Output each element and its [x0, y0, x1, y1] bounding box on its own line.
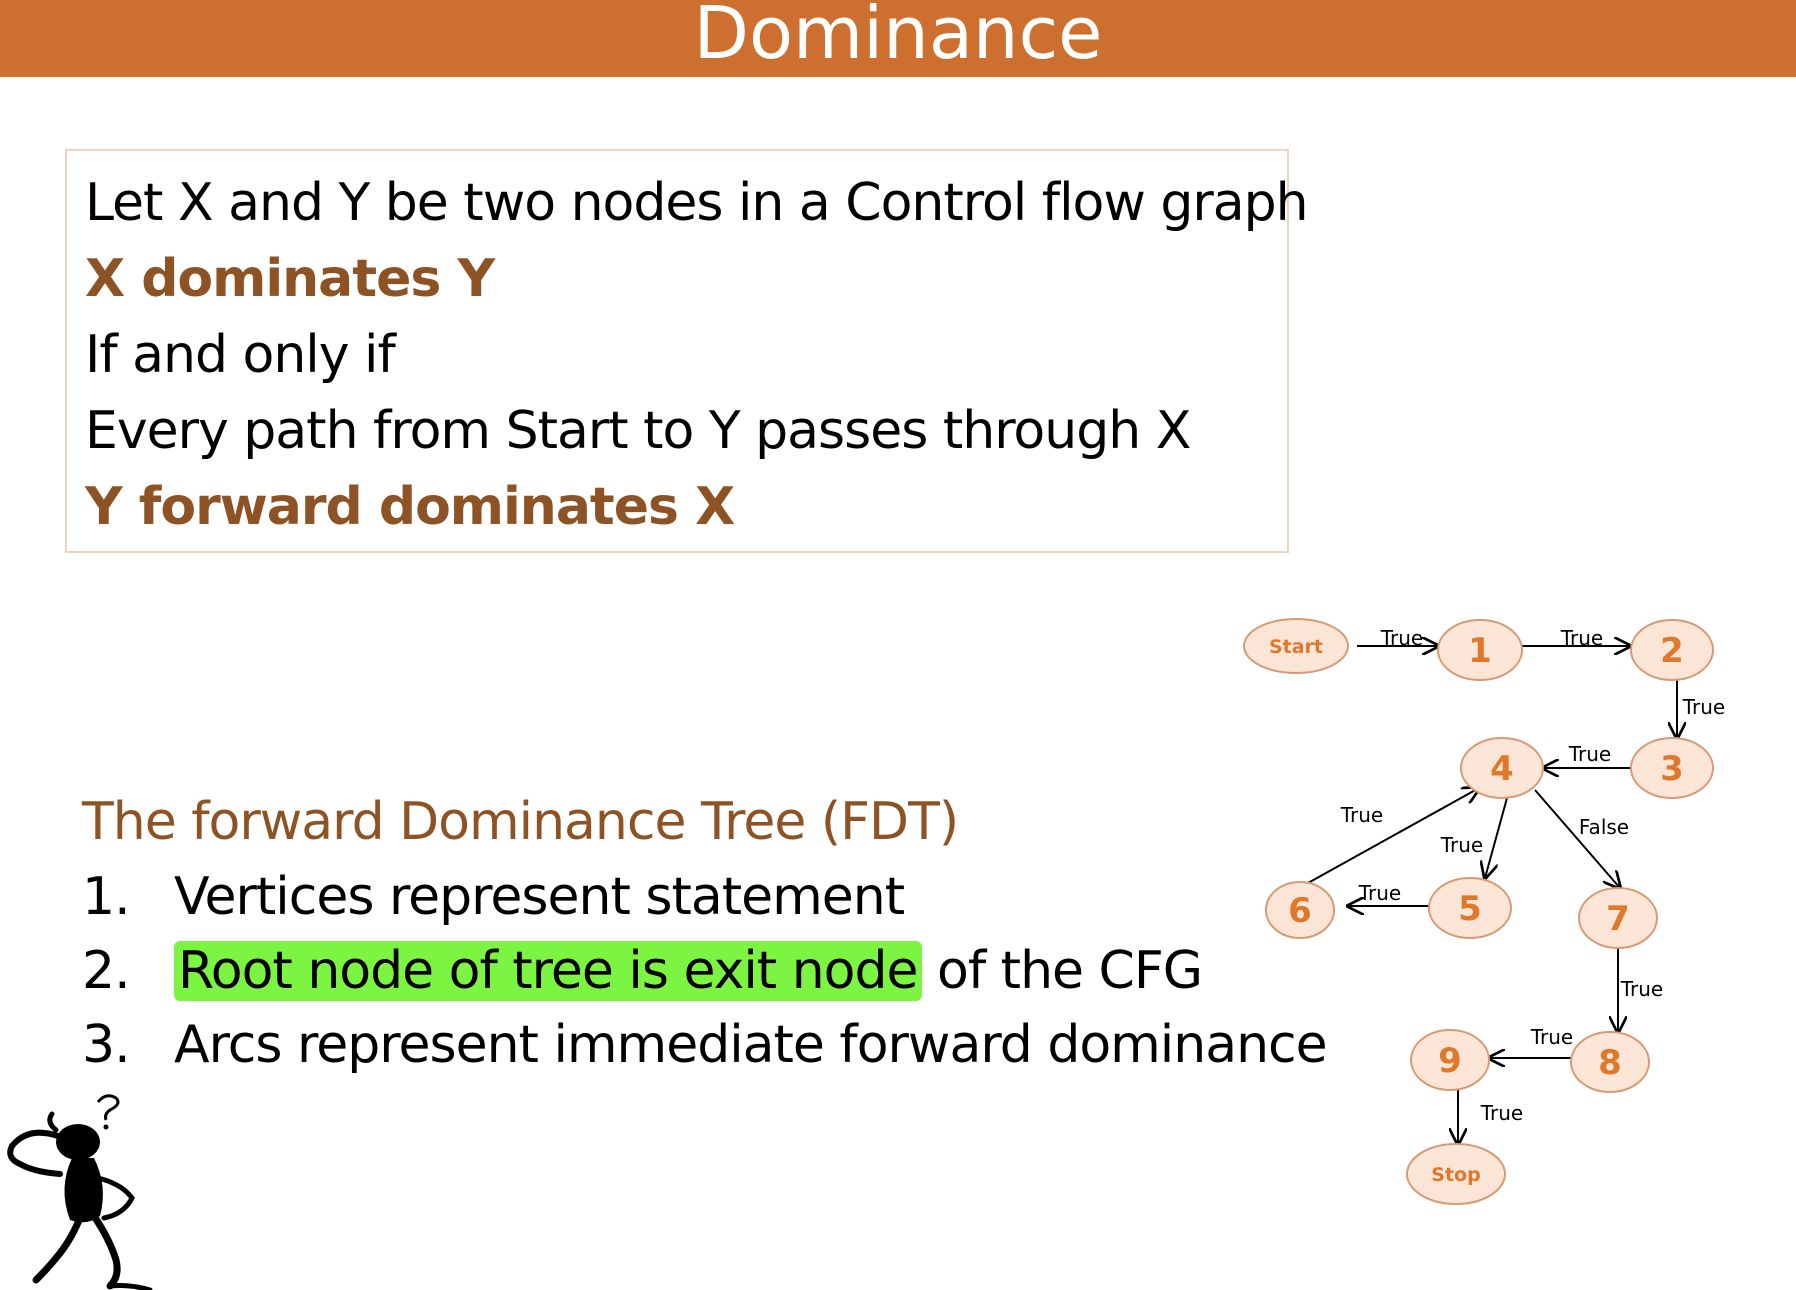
definition-line-2: X dominates Y [85, 249, 495, 309]
node-n2: 2 [1630, 619, 1714, 681]
edge-label-n4-n7: False [1579, 815, 1629, 839]
definition-line-1: Let X and Y be two nodes in a Control fl… [85, 173, 1309, 233]
edge-label-n2-n3: True [1682, 695, 1725, 719]
page-title: Dominance [693, 0, 1103, 75]
node-label: 8 [1598, 1043, 1622, 1083]
node-start: Start [1243, 618, 1349, 674]
fdt-heading: The forward Dominance Tree (FDT) [82, 792, 959, 852]
edge-label-n6-n4: True [1340, 803, 1383, 827]
node-label: 3 [1660, 749, 1684, 789]
node-n5: 5 [1428, 877, 1512, 939]
node-label: 7 [1606, 899, 1630, 939]
fdt-item-rest: of the CFG [921, 941, 1203, 1001]
node-label: Start [1269, 636, 1323, 658]
edge-label-n3-n4: True [1568, 742, 1611, 766]
definition-line-4: Every path from Start to Y passes throug… [85, 401, 1191, 461]
fdt-item-text: Root node of tree is exit node of the CF… [174, 934, 1203, 1008]
definition-line-3: If and only if [85, 325, 396, 385]
node-label: 2 [1660, 631, 1684, 671]
fdt-item-number: 1. [82, 867, 131, 927]
edge-label-n7-n8: True [1620, 977, 1663, 1001]
edge-n4-n7 [1534, 789, 1620, 888]
edge-label-n9-stop: True [1480, 1101, 1523, 1125]
fdt-item-text: Arcs represent immediate forward dominan… [174, 1015, 1328, 1075]
edge-label-n5-n6: True [1358, 881, 1401, 905]
edge-n4-n5 [1485, 797, 1508, 878]
node-label: 9 [1438, 1041, 1462, 1081]
node-label: 1 [1468, 631, 1492, 671]
definition-line-5: Y forward dominates X [85, 477, 735, 537]
edge-label-n1-n2: True [1560, 626, 1603, 650]
node-n9: 9 [1410, 1029, 1490, 1091]
node-stop: Stop [1406, 1143, 1506, 1205]
definition-box: Let X and Y be two nodes in a Control fl… [65, 149, 1309, 553]
thinking-figure-icon [7, 1094, 153, 1290]
node-label: 6 [1288, 891, 1312, 931]
highlighted-text: Root node of tree is exit node [174, 941, 922, 1001]
node-n6: 6 [1265, 881, 1335, 939]
node-label: 5 [1458, 889, 1482, 929]
node-n7: 7 [1578, 887, 1658, 949]
node-n1: 1 [1437, 619, 1523, 681]
node-n4: 4 [1460, 737, 1544, 799]
title-bar: Dominance [0, 0, 1796, 77]
fdt-item-text: Vertices represent statement [174, 867, 905, 927]
control-flow-graph: True True True True True False True True True Tru… [1243, 618, 1725, 1205]
fdt-item-number: 2. [82, 941, 131, 1001]
edge-label-n4-n5: True [1440, 833, 1483, 857]
edge-label-start-n1: True [1380, 626, 1423, 650]
node-label: 4 [1490, 749, 1514, 789]
node-n8: 8 [1570, 1031, 1650, 1093]
edge-label-n8-n9: True [1530, 1025, 1573, 1049]
node-label: Stop [1431, 1164, 1480, 1186]
fdt-item-number: 3. [82, 1015, 131, 1075]
node-n3: 3 [1630, 737, 1714, 799]
